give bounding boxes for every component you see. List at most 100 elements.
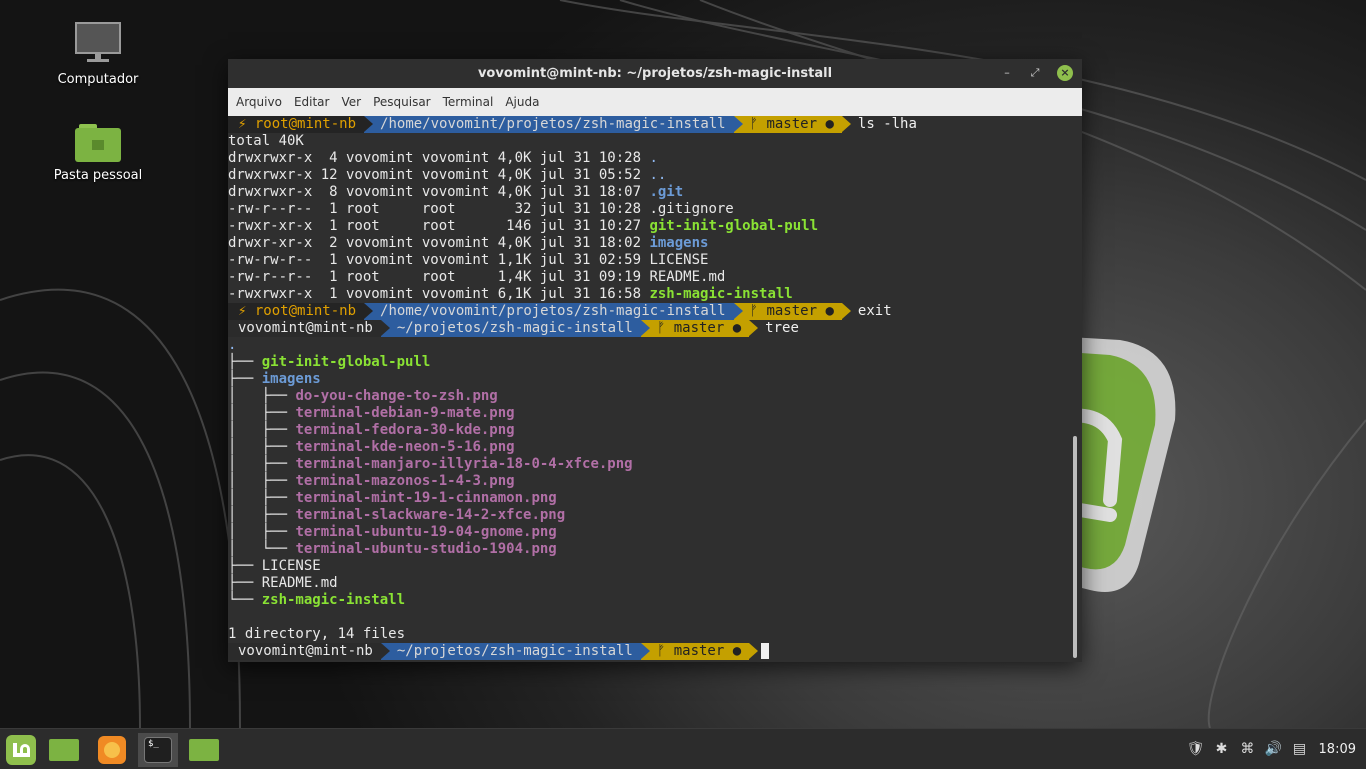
scrollbar[interactable] (1073, 436, 1077, 658)
ls-row: drwxrwxr-x 8 vovomint vovomint 4,0K jul … (228, 184, 1074, 201)
ls-filename: . (649, 150, 658, 166)
prompt-user-segment: ⚡ root@mint-nb (228, 116, 374, 133)
text-cursor (761, 643, 770, 659)
maximize-button[interactable]: ⤢ (1027, 65, 1043, 81)
ls-meta: drwxr-xr-x 2 vovomint vovomint 4,0K jul … (228, 235, 650, 251)
prompt-path-segment: ~/projetos/zsh-magic-install (380, 643, 650, 660)
tree-row: │ ├── terminal-mint-19-1-cinnamon.png (228, 490, 1074, 507)
tree-filename: terminal-manjaro-illyria-18-0-4-xfce.png (295, 456, 633, 472)
taskbar: $_ 🛡 ✱ ⌘ 🔊 ▤ 18:09 (0, 728, 1366, 769)
branch-icon: ᚠ (749, 303, 759, 319)
prompt-user: root@mint-nb (254, 116, 357, 132)
tree-prefix: └── (228, 592, 262, 608)
dirty-indicator-icon: ● (732, 320, 742, 336)
ls-row: drwxrwxr-x 12 vovomint vovomint 4,0K jul… (228, 167, 1074, 184)
tree-filename: git-init-global-pull (261, 354, 431, 370)
tree-row: ├── git-init-global-pull (228, 354, 1074, 371)
prompt-branch: master (673, 643, 725, 659)
window-title: vovomint@mint-nb: ~/projetos/zsh-magic-i… (477, 66, 833, 81)
taskbar-files[interactable] (184, 733, 224, 767)
terminal-window[interactable]: vovomint@mint-nb: ~/projetos/zsh-magic-i… (228, 59, 1082, 662)
clock[interactable]: 18:09 (1313, 742, 1366, 757)
minimize-button[interactable]: – (999, 65, 1015, 81)
window-titlebar[interactable]: vovomint@mint-nb: ~/projetos/zsh-magic-i… (228, 59, 1082, 88)
desktop-icon-computer[interactable]: Computador (43, 22, 153, 87)
tree-filename: do-you-change-to-zsh.png (295, 388, 498, 404)
taskbar-firefox[interactable] (92, 733, 132, 767)
prompt-path: /home/vovomint/projetos/zsh-magic-instal… (380, 116, 726, 132)
system-tray: 🛡 ✱ ⌘ 🔊 ▤ 18:09 (1183, 729, 1366, 769)
ls-row: -rw-r--r-- 1 root root 32 jul 31 10:28 .… (228, 201, 1074, 218)
menu-terminal[interactable]: Terminal (437, 95, 500, 109)
mint-logo-icon (6, 735, 36, 765)
tree-filename: terminal-fedora-30-kde.png (295, 422, 515, 438)
menu-ver[interactable]: Ver (335, 95, 367, 109)
ls-filename: README.md (649, 269, 726, 285)
desktop-icon-home[interactable]: Pasta pessoal (43, 124, 153, 183)
prompt-user-segment: ⚡ root@mint-nb (228, 303, 374, 320)
menu-editar[interactable]: Editar (288, 95, 336, 109)
tree-prefix: │ ├── (228, 507, 296, 523)
tree-row: │ └── terminal-ubuntu-studio-1904.png (228, 541, 1074, 558)
tree-filename: imagens (261, 371, 321, 387)
tree-filename: terminal-slackware-14-2-xfce.png (295, 507, 566, 523)
prompt-path-segment: /home/vovomint/projetos/zsh-magic-instal… (364, 303, 743, 320)
tree-prefix: . (228, 337, 237, 353)
bluetooth-icon[interactable]: ✱ (1209, 741, 1235, 757)
prompt-branch: master (766, 303, 818, 319)
ls-filename: imagens (649, 235, 709, 251)
prompt-git-segment: ᚠ master ● (640, 643, 759, 660)
tree-prefix: │ ├── (228, 524, 296, 540)
ls-meta: -rwxrwxr-x 1 vovomint vovomint 6,1K jul … (228, 286, 650, 302)
prompt-user: root@mint-nb (254, 303, 357, 319)
tree-row: │ ├── terminal-fedora-30-kde.png (228, 422, 1074, 439)
menu-ajuda[interactable]: Ajuda (499, 95, 545, 109)
ls-listing: drwxrwxr-x 4 vovomint vovomint 4,0K jul … (228, 150, 1074, 303)
close-button[interactable]: × (1057, 65, 1073, 81)
tree-row: │ ├── do-you-change-to-zsh.png (228, 388, 1074, 405)
prompt-line: ⚡ root@mint-nb/home/vovomint/projetos/zs… (228, 303, 1074, 320)
tree-row (228, 609, 1074, 626)
bolt-icon: ⚡ (238, 116, 247, 132)
shield-icon[interactable]: 🛡 (1183, 741, 1209, 757)
tree-row: . (228, 337, 1074, 354)
tree-filename: terminal-kde-neon-5-16.png (295, 439, 515, 455)
output-line: 1 directory, 14 files (228, 626, 406, 642)
desktop-icon-label: Pasta pessoal (53, 168, 143, 183)
ls-row: -rwxr-xr-x 1 root root 146 jul 31 10:27 … (228, 218, 1074, 235)
menu-pesquisar[interactable]: Pesquisar (367, 95, 437, 109)
tree-prefix: │ └── (228, 541, 296, 557)
tree-filename: terminal-ubuntu-19-04-gnome.png (295, 524, 557, 540)
tree-prefix: │ ├── (228, 456, 296, 472)
dirty-indicator-icon: ● (732, 643, 742, 659)
clipboard-icon[interactable]: ▤ (1287, 741, 1313, 757)
dirty-indicator-icon: ● (825, 116, 834, 132)
tree-row: ├── README.md (228, 575, 1074, 592)
tree-row: │ ├── terminal-debian-9-mate.png (228, 405, 1074, 422)
computer-icon (75, 22, 121, 66)
tree-filename: terminal-mint-19-1-cinnamon.png (295, 490, 557, 506)
prompt-line: vovomint@mint-nb ~/projetos/zsh-magic-ins… (228, 643, 1074, 660)
tree-row: │ ├── terminal-ubuntu-19-04-gnome.png (228, 524, 1074, 541)
ls-meta: -rw-r--r-- 1 root root 1,4K jul 31 09:19 (228, 269, 650, 285)
menu-arquivo[interactable]: Arquivo (230, 95, 288, 109)
tree-row: ├── LICENSE (228, 558, 1074, 575)
ls-meta: drwxrwxr-x 4 vovomint vovomint 4,0K jul … (228, 150, 650, 166)
tree-filename: README.md (261, 575, 338, 591)
taskbar-show-desktop[interactable] (44, 733, 84, 767)
network-icon[interactable]: ⌘ (1235, 741, 1261, 757)
ls-filename: LICENSE (649, 252, 709, 268)
taskbar-terminal[interactable]: $_ (138, 733, 178, 767)
volume-icon[interactable]: 🔊 (1261, 741, 1287, 757)
tree-filename: LICENSE (261, 558, 321, 574)
ls-meta: drwxrwxr-x 12 vovomint vovomint 4,0K jul… (228, 167, 650, 183)
prompt-path: ~/projetos/zsh-magic-install (396, 643, 633, 659)
branch-icon: ᚠ (749, 116, 759, 132)
terminal-output[interactable]: ⚡ root@mint-nb/home/vovomint/projetos/zs… (228, 116, 1074, 662)
prompt-branch: master (673, 320, 725, 336)
bolt-icon: ⚡ (238, 303, 247, 319)
ls-row: drwxr-xr-x 2 vovomint vovomint 4,0K jul … (228, 235, 1074, 252)
menu-button[interactable] (2, 733, 42, 767)
tree-prefix: │ ├── (228, 439, 296, 455)
tree-row: │ ├── terminal-manjaro-illyria-18-0-4-xf… (228, 456, 1074, 473)
